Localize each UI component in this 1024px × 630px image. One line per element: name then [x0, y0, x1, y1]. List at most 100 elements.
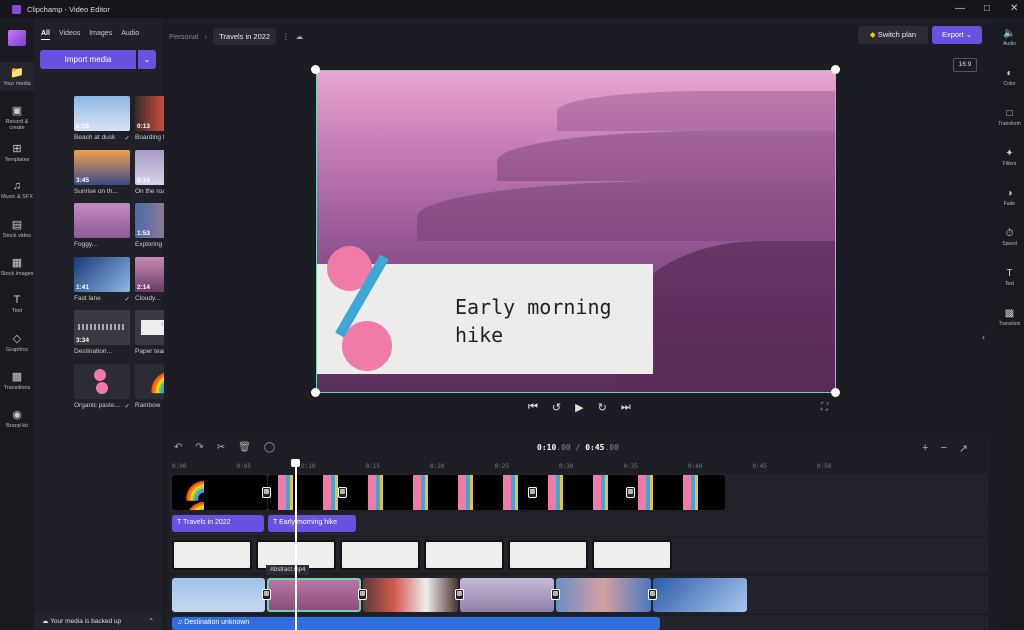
rewind-5s-icon[interactable]: ↺: [552, 401, 561, 414]
video-clip[interactable]: [363, 578, 458, 612]
sidebar-item-stock-images[interactable]: ▦ Stock images: [0, 252, 34, 281]
fade-icon: ◑: [1006, 188, 1013, 199]
text-clip[interactable]: T Early morning hike: [268, 515, 356, 532]
play-icon[interactable]: ▶: [575, 401, 583, 414]
organic-pastel-clip[interactable]: [268, 475, 725, 510]
import-dropdown-button[interactable]: ⌄: [138, 50, 156, 69]
sidebar-item-brand-kit[interactable]: ◉ Brand kit: [0, 404, 34, 433]
folder-icon: 📁: [10, 67, 24, 79]
redo-icon[interactable]: ↷: [195, 442, 203, 453]
media-item[interactable]: 1:41 Fast lane ✓: [74, 256, 130, 303]
playhead[interactable]: [295, 460, 297, 630]
sidebar-item-music-sfx[interactable]: ♫ Music & SFX: [0, 176, 34, 204]
video-clip[interactable]: [653, 578, 747, 612]
media-thumbnail: 0:15: [74, 96, 130, 131]
paper-tear-clip[interactable]: [592, 540, 672, 570]
panel-speed[interactable]: ⏱ Speed: [995, 228, 1024, 247]
resize-handle[interactable]: [311, 388, 320, 397]
cut-icon[interactable]: ✂: [217, 442, 225, 453]
transition-icon[interactable]: ▩: [528, 487, 537, 498]
video-clip[interactable]: [556, 578, 651, 612]
sidebar-item-text[interactable]: T Text: [0, 290, 34, 318]
fullscreen-icon[interactable]: ⛶: [821, 402, 828, 413]
backup-status[interactable]: ☁ Your media is backed up ⌃: [34, 613, 162, 630]
sidebar-item-record-create[interactable]: ▣ Record & create: [0, 100, 34, 135]
transition-icon[interactable]: ▩: [262, 487, 271, 498]
check-icon: ✓: [124, 135, 130, 142]
transition-icon[interactable]: ▩: [648, 589, 657, 600]
panel-text[interactable]: T Text: [995, 268, 1024, 287]
skip-back-icon[interactable]: ⏮: [528, 401, 538, 414]
panel-audio[interactable]: 🔈 Audio: [995, 28, 1024, 47]
panel-fade[interactable]: ◑ Fade: [995, 188, 1024, 207]
aspect-ratio-button[interactable]: 16:9: [953, 58, 977, 72]
sidebar-item-your-media[interactable]: 📁 Your media: [0, 62, 34, 91]
paper-tear-clip[interactable]: [508, 540, 588, 570]
detach-audio-icon[interactable]: ◯: [264, 442, 275, 453]
video-preview-canvas[interactable]: Early morning hike: [316, 70, 836, 393]
audio-clip[interactable]: ♫ Destination unknown: [172, 617, 660, 630]
tab-images[interactable]: Images: [89, 30, 112, 40]
zoom-out-icon[interactable]: −: [940, 442, 946, 455]
panel-color[interactable]: ◐ Color: [995, 68, 1024, 87]
resize-handle[interactable]: [311, 65, 320, 74]
video-clip[interactable]: [172, 578, 265, 612]
paper-tear-clip[interactable]: [424, 540, 504, 570]
panel-transition[interactable]: ▩ Transition: [995, 308, 1024, 327]
sidebar-item-graphics[interactable]: ◇ Graphics: [0, 328, 34, 357]
fit-timeline-icon[interactable]: ↗: [959, 442, 968, 455]
diamond-icon: ◆: [869, 30, 878, 39]
transition-icon[interactable]: ▩: [358, 589, 367, 600]
breadcrumb-root[interactable]: Personal: [169, 32, 199, 41]
transition-icon[interactable]: ▩: [262, 589, 271, 600]
undo-icon[interactable]: ↶: [174, 442, 182, 453]
sidebar-item-stock-video[interactable]: ▤ Stock video: [0, 214, 34, 243]
video-clip[interactable]: [460, 578, 554, 612]
rainbow-clip[interactable]: 🌈🌈: [172, 475, 267, 510]
paper-tear-clip[interactable]: [172, 540, 252, 570]
sidebar-item-templates[interactable]: ⊞ Templates: [0, 138, 34, 167]
audio-icon: 🔈: [1003, 28, 1016, 39]
transition-icon[interactable]: ▩: [626, 487, 635, 498]
filters-icon: ✦: [1005, 148, 1014, 159]
project-name[interactable]: Travels in 2022: [213, 28, 277, 45]
media-item[interactable]: 0:15 Beach at dusk ✓: [74, 96, 130, 142]
more-options-icon[interactable]: ⋮: [282, 32, 290, 41]
media-item[interactable]: Foggy...: [74, 203, 130, 248]
export-button[interactable]: Export ⌄: [932, 26, 982, 44]
cloud-sync-icon[interactable]: ☁: [296, 32, 304, 41]
close-button[interactable]: ✕: [1010, 3, 1018, 14]
collapse-properties-icon[interactable]: ‹: [982, 332, 985, 342]
title-text-overlay[interactable]: Early morning hike: [455, 293, 612, 349]
transition-icon[interactable]: ▩: [551, 589, 560, 600]
transition-icon[interactable]: ▩: [455, 589, 464, 600]
maximize-button[interactable]: □: [984, 3, 990, 14]
panel-transform[interactable]: □ Transform: [995, 108, 1024, 127]
media-item[interactable]: Organic paste... ✓: [74, 363, 130, 410]
video-clip-selected[interactable]: [267, 578, 361, 612]
playback-controls: ⏮ ↺ ▶ ↻ ⏭: [528, 401, 631, 414]
import-media-button[interactable]: Import media: [40, 50, 136, 69]
paper-tear-clip[interactable]: [340, 540, 420, 570]
skip-forward-icon[interactable]: ⏭: [621, 401, 631, 414]
forward-5s-icon[interactable]: ↻: [598, 401, 607, 414]
tab-videos[interactable]: Videos: [59, 30, 80, 40]
switch-plan-button[interactable]: ◆ Switch plan: [858, 26, 928, 44]
panel-filters[interactable]: ✦ Filters: [995, 148, 1024, 167]
media-thumbnail: [74, 363, 130, 399]
transition-icon[interactable]: ▩: [338, 487, 347, 498]
tab-all[interactable]: All: [41, 30, 50, 40]
media-item[interactable]: 3:34 Destination...: [74, 310, 130, 355]
resize-handle[interactable]: [831, 65, 840, 74]
resize-handle[interactable]: [831, 388, 840, 397]
delete-icon[interactable]: 🗑: [238, 442, 251, 453]
time-tick: 0:20: [430, 463, 445, 470]
playhead-handle[interactable]: [291, 459, 300, 467]
minimize-button[interactable]: —: [955, 3, 965, 14]
text-clip[interactable]: T Travels in 2022: [172, 515, 264, 532]
chevron-up-icon[interactable]: ⌃: [149, 617, 154, 625]
zoom-in-icon[interactable]: +: [922, 442, 928, 455]
media-item[interactable]: 3:45 Sunrise on th...: [74, 149, 130, 195]
sidebar-item-transitions[interactable]: ▩ Transitions: [0, 366, 34, 395]
tab-audio[interactable]: Audio: [121, 30, 139, 40]
